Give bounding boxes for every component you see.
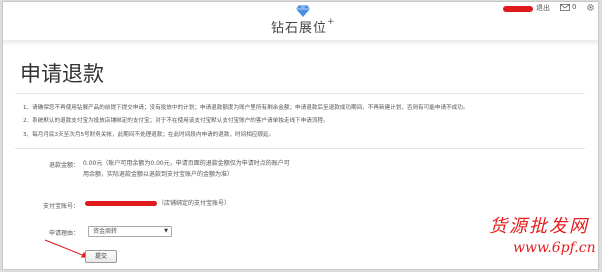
note-item: 2、系统默认的退款支付宝为投放店铺绑定的支付宝；对于不在使用该支付宝默认支付宝账… — [23, 118, 329, 125]
logo[interactable]: 钻石展位+ — [271, 17, 336, 36]
reason-label: 申请理由： — [48, 230, 79, 237]
mail-count: 0 — [572, 3, 577, 11]
notes-divider — [15, 148, 585, 149]
page-title: 申请退款 — [20, 62, 104, 86]
top-bar: 钻石展位+ 退出 0 — [3, 2, 598, 42]
logo-text: 钻石展位 — [271, 21, 328, 36]
amount-line-2: 用余额，实际退款金额以退款到支付宝账户的金额为准） — [83, 170, 234, 178]
alipay-label: 支付宝账号： — [42, 203, 79, 210]
logo-plus: + — [327, 17, 336, 27]
page-frame: 钻石展位+ 退出 0 申请退款 1、请确保您不再使用钻展产品的前提下提交申请；没… — [2, 1, 599, 270]
note-item: 1、请确保您不再使用钻展产品的前提下提交申请；没有投放中的计划；申请退款额度为账… — [23, 105, 469, 111]
header-divider — [3, 40, 598, 46]
reason-selected-value: 资金周转 — [93, 228, 118, 235]
watermark-text: 货源批发网 — [489, 216, 589, 237]
logout-link[interactable]: 退出 — [536, 3, 550, 13]
redacted-username — [503, 6, 533, 12]
gear-icon[interactable] — [586, 3, 595, 12]
notes-list: 1、请确保您不再使用钻展产品的前提下提交申请；没有投放中的计划；申请退款额度为账… — [23, 102, 583, 142]
alipay-value: （店铺绑定的支付宝账号） — [85, 199, 230, 210]
amount-line-1: 0.00元（账户可用余额为0.00元，申请页面的退款金额仅为申请时点的账户可 — [83, 160, 290, 167]
amount-label: 退款金额： — [48, 162, 79, 169]
reason-select[interactable]: 资金周转 ▼ — [88, 226, 172, 237]
submit-button[interactable]: 提交 — [85, 250, 117, 263]
chevron-down-icon: ▼ — [164, 228, 168, 234]
watermark-url: www.6pf.cn — [513, 240, 596, 256]
alipay-suffix: （店铺绑定的支付宝账号） — [158, 200, 231, 207]
title-divider — [15, 93, 585, 94]
redacted-account — [85, 201, 157, 206]
mail-icon[interactable] — [560, 4, 570, 11]
note-item: 3、每月月底3天至次月5号财务关帐，此期间不处理退款；在此时间段内申请的退款，时… — [23, 131, 275, 138]
amount-value: 0.00元（账户可用余额为0.00元，申请页面的退款金额仅为申请时点的账户可 用… — [83, 159, 290, 180]
red-arrow-annotation — [44, 239, 88, 258]
diamond-icon — [296, 5, 310, 17]
